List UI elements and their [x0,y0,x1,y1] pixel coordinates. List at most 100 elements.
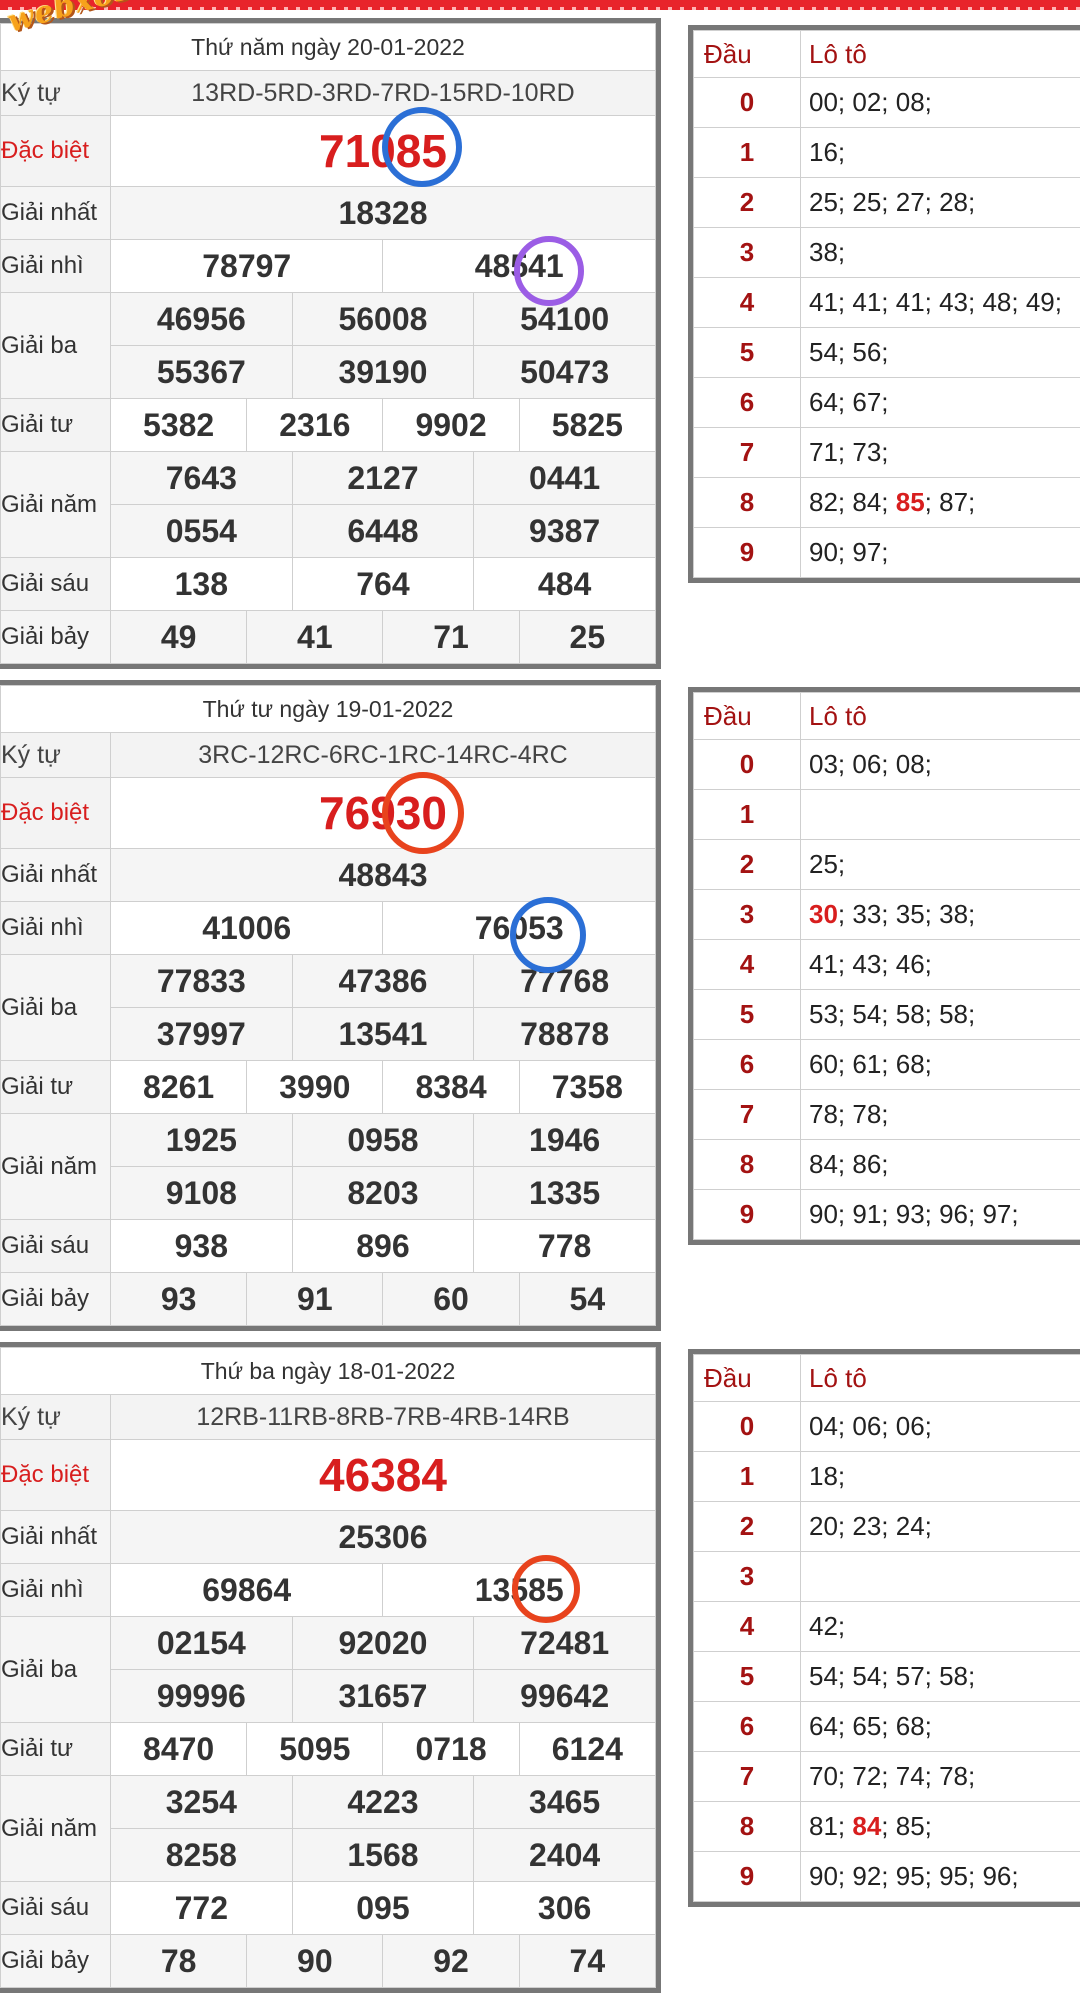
loto-values: 90; 92; 95; 95; 96; [800,1851,1080,1902]
loto-values-label: Lô tô [800,692,1080,740]
loto-values: 04; 06; 06; [800,1401,1080,1452]
loto-head-digit: 9 [693,527,801,578]
loto-head-digit: 9 [693,1851,801,1902]
seventh-prize: 93 [109,1272,248,1326]
seventh-prize: 90 [246,1934,384,1988]
sixth-prize: 306 [473,1881,656,1935]
prize-label: Giải nhất [0,848,111,902]
prize-label: Đặc biệt [0,115,111,187]
seventh-prize: 49 [109,610,248,664]
third-prize: 72481 [473,1616,656,1670]
fourth-prize: 9902 [382,398,520,452]
special-prize: 46384 [110,1439,656,1511]
fourth-prize: 3990 [246,1060,384,1114]
loto-values: 54; 54; 57; 58; [800,1651,1080,1702]
prize-label: Ký tự [0,1394,111,1440]
loto-values: 25; 25; 27; 28; [800,177,1080,228]
loto-values: 90; 97; [800,527,1080,578]
fifth-prize: 3254 [110,1775,293,1829]
loto-values: 25; [800,839,1080,890]
prize-label: Giải sáu [0,1881,111,1935]
loto-values: 71; 73; [800,427,1080,478]
fifth-prize: 7643 [110,451,293,505]
fifth-prize: 1925 [110,1113,293,1167]
ky-tu-code: 12RB-11RB-8RB-7RB-4RB-14RB [110,1394,656,1440]
prize-label: Giải năm [0,1113,111,1220]
loto-head-digit: 1 [693,127,801,178]
fifth-prize: 3465 [473,1775,656,1829]
first-prize: 18328 [110,186,656,240]
loto-head-digit: 6 [693,1701,801,1752]
ky-tu-code: 13RD-5RD-3RD-7RD-15RD-10RD [110,70,656,116]
loto-values-label: Lô tô [800,1354,1080,1402]
loto-values: 82; 84; 85; 87; [800,477,1080,528]
seventh-prize: 78 [109,1934,248,1988]
prize-label: Giải nhì [0,901,111,955]
loto-head-digit: 3 [693,227,801,278]
fourth-prize: 5095 [246,1722,384,1776]
fifth-prize: 9108 [110,1166,293,1220]
loto-values: 64; 65; 68; [800,1701,1080,1752]
prize-label: Giải nhì [0,1563,111,1617]
loto-values: 16; [800,127,1080,178]
third-prize: 99996 [110,1669,293,1723]
prize-label: Giải tư [0,398,111,452]
third-prize: 99642 [473,1669,656,1723]
seventh-prize: 54 [518,1272,657,1326]
fifth-prize: 1946 [473,1113,656,1167]
sixth-prize: 778 [473,1219,656,1273]
result-table-0: Thứ năm ngày 20-01-2022 Ký tự 13RD-5RD-3R… [0,18,661,669]
seventh-prize: 92 [382,1934,520,1988]
fifth-prize: 0958 [291,1113,475,1167]
fifth-prize: 0441 [473,451,656,505]
loto-head-digit: 9 [693,1189,801,1240]
sixth-prize: 896 [291,1219,475,1273]
loto-head-digit: 2 [693,839,801,890]
fourth-prize: 5825 [518,398,657,452]
draw-date: Thứ tư ngày 19-01-2022 [0,685,656,733]
result-table-2: Thứ ba ngày 18-01-2022 Ký tự 12RB-11RB-8R… [0,1342,661,1993]
annotation-circle [510,897,586,973]
loto-head-digit: 1 [693,789,801,840]
loto-values: 60; 61; 68; [800,1039,1080,1090]
fourth-prize: 0718 [382,1722,520,1776]
sixth-prize: 764 [291,557,475,611]
fifth-prize: 6448 [291,504,475,558]
loto-values: 41; 41; 41; 43; 48; 49; [800,277,1080,328]
fourth-prize: 5382 [109,398,248,452]
loto-values [800,789,1080,840]
loto-head-digit: 0 [693,1401,801,1452]
third-prize: 46956 [110,292,293,346]
sixth-prize: 772 [110,1881,293,1935]
loto-head-digit: 7 [693,1089,801,1140]
first-prize: 48843 [110,848,656,902]
loto-head-digit: 7 [693,1751,801,1802]
loto-head-digit: 0 [693,77,801,128]
prize-label: Giải tư [0,1060,111,1114]
fourth-prize: 8384 [382,1060,520,1114]
fifth-prize: 2127 [291,451,475,505]
seventh-prize: 71 [382,610,520,664]
prize-label: Giải nhất [0,186,111,240]
loto-head-digit: 8 [693,1801,801,1852]
loto-head-digit: 4 [693,939,801,990]
loto-highlight: 84 [852,1811,882,1841]
seventh-prize: 91 [246,1272,384,1326]
annotation-circle [382,107,462,187]
seventh-prize: 25 [518,610,657,664]
draw-date: Thứ năm ngày 20-01-2022 [0,23,656,71]
prize-label: Giải năm [0,451,111,558]
prize-label: Đặc biệt [0,777,111,849]
prize-label: Giải sáu [0,1219,111,1273]
prize-label: Giải sáu [0,557,111,611]
loto-head-digit: 3 [693,889,801,940]
loto-head-digit: 7 [693,427,801,478]
loto-values: 38; [800,227,1080,278]
sixth-prize: 138 [110,557,293,611]
annotation-circle [512,1555,580,1623]
loto-values [800,1551,1080,1602]
prize-label: Giải ba [0,292,111,399]
prize-label: Giải nhì [0,239,111,293]
prize-label: Đặc biệt [0,1439,111,1511]
loto-values: 18; [800,1451,1080,1502]
